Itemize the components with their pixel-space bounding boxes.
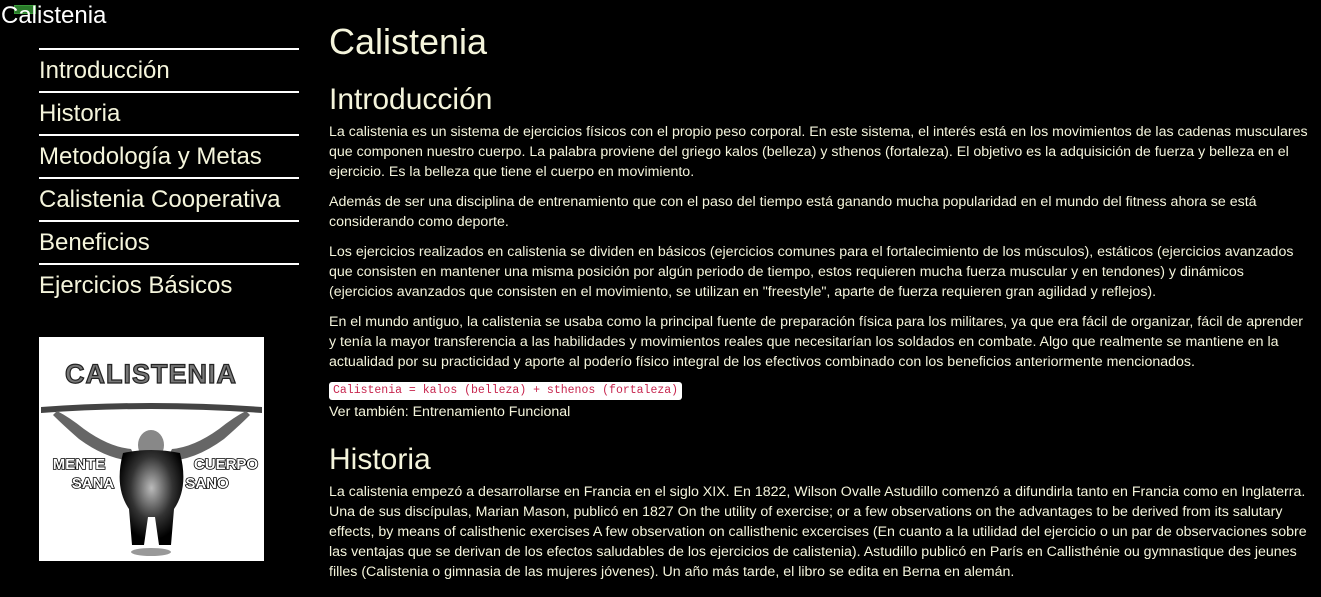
nav-item-introduccion[interactable]: Introducción xyxy=(39,48,299,91)
section-heading-historia: Historia xyxy=(329,443,431,476)
section-introduccion: Introducción La calistenia es un sistema… xyxy=(329,82,1309,422)
site-title: Calistenia xyxy=(1,2,107,29)
calistenia-logo: CALISTENIA MENTE SANA CUERPO SANO xyxy=(39,337,264,561)
logo-top-text: CALISTENIA xyxy=(65,359,237,389)
main-content: Calistenia Introducción La calistenia es… xyxy=(329,20,1309,582)
calistenia-logo-graphic: CALISTENIA MENTE SANA CUERPO SANO xyxy=(39,337,264,561)
logo-right-text-2: SANO xyxy=(185,475,229,492)
section-historia: Historia La calistenia empezó a desarrol… xyxy=(329,442,1309,582)
intro-paragraph-4: En el mundo antiguo, la calistenia se us… xyxy=(329,314,1303,370)
see-also: Ver también: Entrenamiento Funcional xyxy=(329,402,1309,422)
intro-paragraph-2: Además de ser una disciplina de entrenam… xyxy=(329,194,1257,230)
sidebar-nav: Introducción Historia Metodología y Meta… xyxy=(39,48,299,306)
logo-left-text-2: SANA xyxy=(72,475,115,492)
nav-item-metodologia[interactable]: Metodología y Metas xyxy=(39,134,299,177)
etymology-code: Calistenia = kalos (belleza) + sthenos (… xyxy=(329,382,683,400)
see-also-prefix: Ver también: xyxy=(329,404,413,420)
page-title: Calistenia xyxy=(329,21,488,62)
history-paragraph-1: La calistenia empezó a desarrollarse en … xyxy=(329,484,1307,580)
logo-right-text-1: CUERPO xyxy=(194,456,259,473)
nav-item-historia[interactable]: Historia xyxy=(39,91,299,134)
nav-item-ejercicios-basicos[interactable]: Ejercicios Básicos xyxy=(39,263,299,306)
nav-item-cooperativa[interactable]: Calistenia Cooperativa xyxy=(39,177,299,220)
nav-item-beneficios[interactable]: Beneficios xyxy=(39,220,299,263)
intro-paragraph-1: La calistenia es un sistema de ejercicio… xyxy=(329,124,1308,180)
see-also-link[interactable]: Entrenamiento Funcional xyxy=(413,404,571,420)
section-heading-introduccion: Introducción xyxy=(329,83,493,116)
logo-left-text-1: MENTE xyxy=(53,456,106,473)
intro-paragraph-3: Los ejercicios realizados en calistenia … xyxy=(329,244,1294,300)
